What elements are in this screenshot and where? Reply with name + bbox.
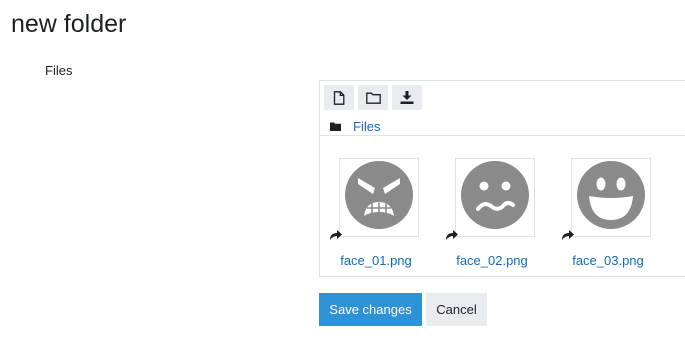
create-folder-button[interactable] xyxy=(358,85,388,110)
download-all-button[interactable] xyxy=(392,85,422,110)
folder-outline-icon xyxy=(365,92,381,104)
save-changes-button[interactable]: Save changes xyxy=(319,293,422,326)
file-name[interactable]: face_01.png xyxy=(321,253,431,268)
file-manager-toolbar xyxy=(324,85,422,111)
folder-icon xyxy=(330,122,341,131)
grinning-face-icon xyxy=(576,160,646,235)
file-item-face-02[interactable]: face_02.png xyxy=(437,158,537,273)
file-name[interactable]: face_03.png xyxy=(553,253,663,268)
alias-arrow-icon xyxy=(561,228,575,246)
file-thumbnail xyxy=(571,158,651,237)
divider xyxy=(320,135,685,136)
file-item-face-03[interactable]: face_03.png xyxy=(553,158,653,273)
page-title: new folder xyxy=(11,10,127,38)
file-item-face-01[interactable]: face_01.png xyxy=(321,158,421,273)
download-icon xyxy=(400,91,414,104)
wavy-mouth-face-icon xyxy=(460,160,530,235)
breadcrumb: Files xyxy=(330,118,380,134)
file-thumbnail xyxy=(339,158,419,237)
angry-face-icon xyxy=(344,160,414,235)
file-thumbnail xyxy=(455,158,535,237)
file-manager: Files face_01.png face_02.png face_03.pn… xyxy=(319,80,685,277)
files-field-label: Files xyxy=(45,63,73,78)
alias-arrow-icon xyxy=(445,228,459,246)
file-name[interactable]: face_02.png xyxy=(437,253,547,268)
cancel-button[interactable]: Cancel xyxy=(426,293,487,326)
file-icon xyxy=(333,90,345,105)
alias-arrow-icon xyxy=(329,228,343,246)
breadcrumb-files-link[interactable]: Files xyxy=(353,119,380,134)
add-file-button[interactable] xyxy=(324,85,354,110)
